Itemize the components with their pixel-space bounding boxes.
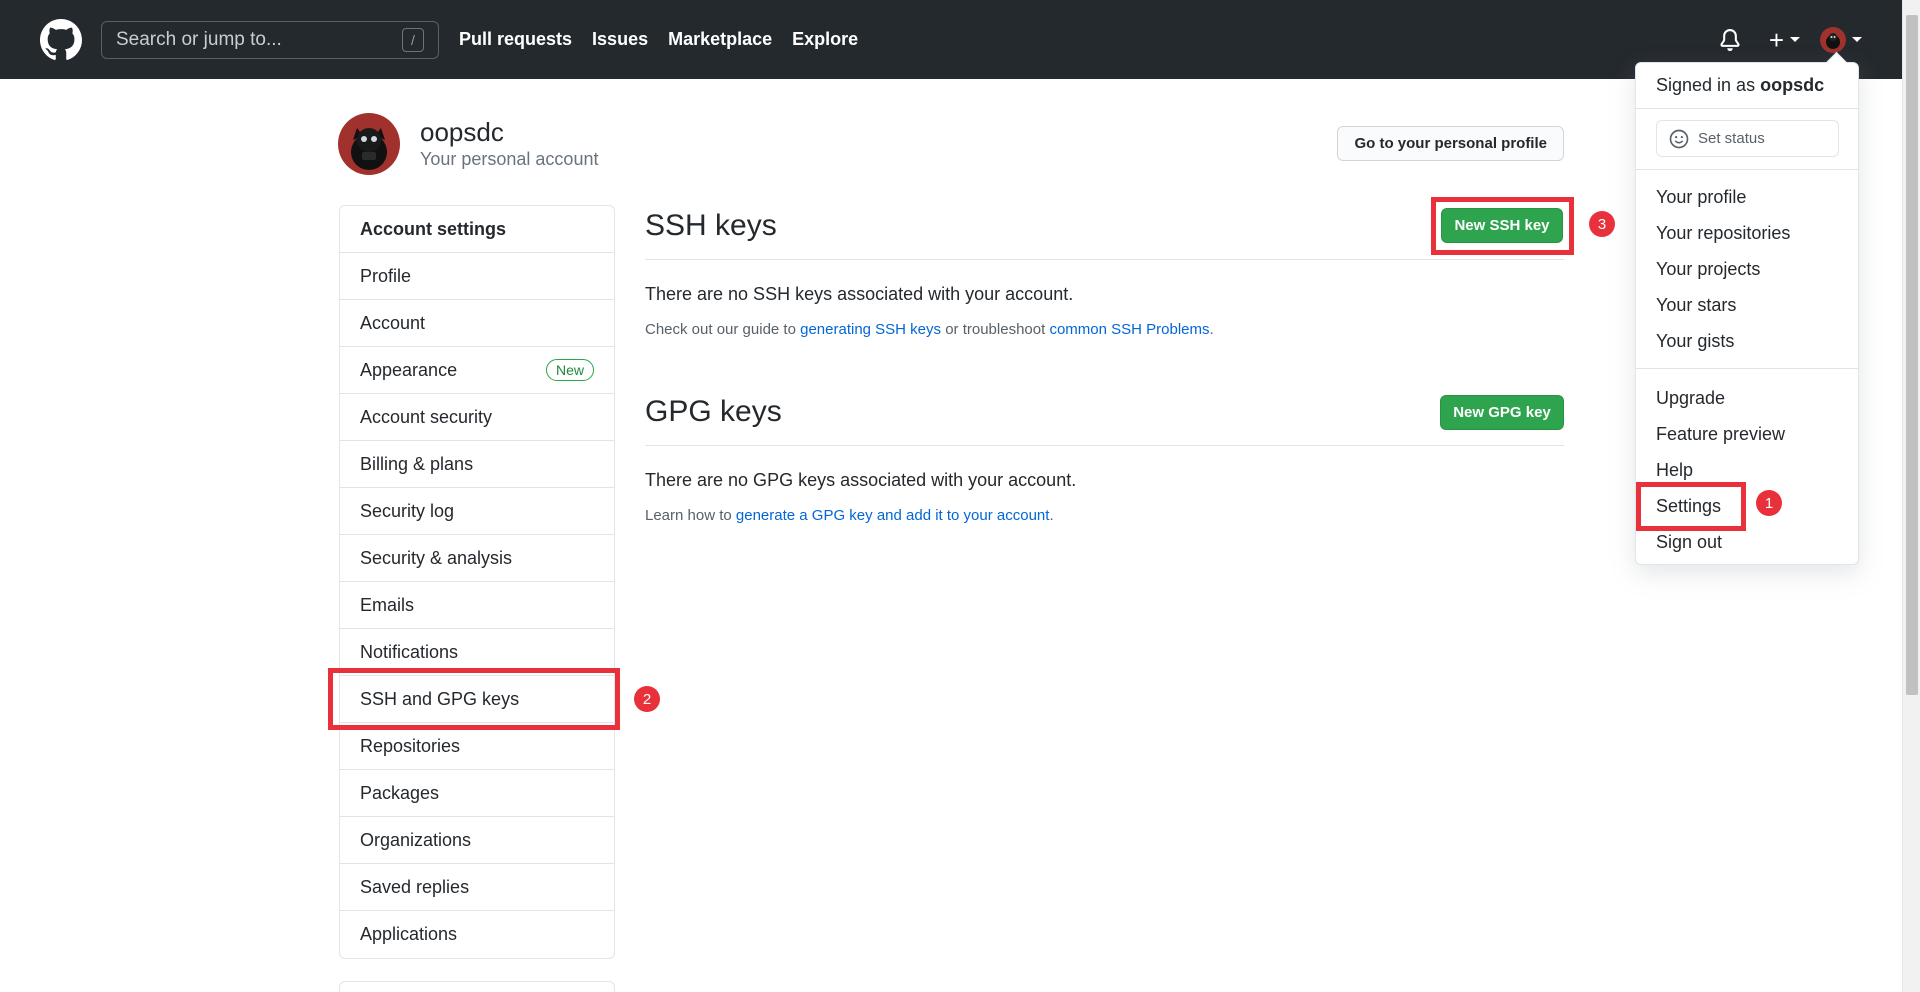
menu-item-sign-out[interactable]: Sign out <box>1656 532 1722 553</box>
dropdown-divider <box>1636 368 1858 369</box>
search-placeholder: Search or jump to... <box>116 28 282 50</box>
sidebar-item-security-analysis[interactable]: Security & analysis <box>340 535 614 582</box>
search-input[interactable]: Search or jump to... / <box>101 20 439 59</box>
gpg-note-suffix: . <box>1049 507 1054 524</box>
ssh-note-suffix: . <box>1209 321 1214 338</box>
menu-item-your-stars[interactable]: Your stars <box>1656 295 1736 316</box>
ssh-divider <box>645 259 1564 260</box>
menu-item-your-gists[interactable]: Your gists <box>1656 331 1734 352</box>
set-status-label: Set status <box>1698 130 1765 147</box>
sidebar-item-label: Repositories <box>360 735 461 756</box>
sidebar-item-label: Security & analysis <box>360 547 513 568</box>
sidebar-item-saved-replies[interactable]: Saved replies <box>340 864 614 911</box>
user-menu-button[interactable] <box>1820 26 1862 53</box>
sidebar-item-emails[interactable]: Emails <box>340 582 614 629</box>
sidebar-item-profile[interactable]: Profile <box>340 253 614 300</box>
sidebar-item-label: Account security <box>360 406 493 427</box>
sidebar-item-appearance[interactable]: Appearance New <box>340 347 614 394</box>
sidebar-title: Account settings <box>340 206 614 253</box>
page-scrollbar[interactable] <box>1902 0 1920 992</box>
sidebar-item-security-log[interactable]: Security log <box>340 488 614 535</box>
highlight-new-ssh-key <box>1431 197 1574 255</box>
new-badge: New <box>545 359 594 381</box>
set-status-button[interactable]: Set status <box>1656 120 1839 157</box>
gpg-empty-text: There are no GPG keys associated with yo… <box>645 470 1077 490</box>
menu-item-upgrade[interactable]: Upgrade <box>1656 388 1725 409</box>
nav-explore[interactable]: Explore <box>792 29 858 50</box>
sidebar-item-label: Emails <box>360 594 415 615</box>
ssh-keys-title: SSH keys <box>645 209 777 242</box>
sidebar-item-label: Organizations <box>360 829 472 850</box>
step-badge-3: 3 <box>1589 211 1615 237</box>
top-header: Search or jump to... / Pull requests Iss… <box>0 0 1920 79</box>
sidebar-item-label: Account <box>360 312 426 333</box>
go-to-profile-button[interactable]: Go to your personal profile <box>1337 126 1564 161</box>
signed-in-label: Signed in as oopsdc <box>1656 75 1824 96</box>
ssh-note-mid: or troubleshoot <box>941 321 1050 338</box>
nav-issues[interactable]: Issues <box>592 29 648 50</box>
gpg-divider <box>645 445 1564 446</box>
highlight-ssh-gpg-keys <box>328 668 620 730</box>
avatar <box>1820 26 1846 53</box>
scrollbar-thumb[interactable] <box>1906 15 1918 695</box>
sidebar-item-label: Saved replies <box>360 876 470 897</box>
step-badge-1: 1 <box>1756 490 1782 516</box>
sidebar-item-account-security[interactable]: Account security <box>340 394 614 441</box>
chevron-down-icon <box>1790 37 1800 42</box>
sidebar-item-packages[interactable]: Packages <box>340 770 614 817</box>
sidebar-item-applications[interactable]: Applications <box>340 911 614 958</box>
profile-username[interactable]: oopsdc <box>420 118 598 147</box>
profile-subtitle: Your personal account <box>420 148 599 169</box>
signed-in-username: oopsdc <box>1760 75 1825 95</box>
nav-pull-requests[interactable]: Pull requests <box>459 29 572 50</box>
generating-ssh-keys-link[interactable]: generating SSH keys <box>800 321 941 338</box>
avatar-icon <box>351 128 387 170</box>
gpg-keys-title: GPG keys <box>645 395 782 428</box>
top-nav: Pull requests Issues Marketplace Explore <box>459 29 878 50</box>
chevron-down-icon <box>1852 37 1862 42</box>
settings-sidebar: Account settings Profile Account Appeara… <box>339 205 615 959</box>
sidebar-secondary <box>339 981 615 992</box>
sidebar-item-label: Billing & plans <box>360 453 474 474</box>
avatar-icon <box>1826 32 1840 49</box>
menu-item-help[interactable]: Help <box>1656 460 1693 481</box>
dropdown-divider <box>1636 169 1858 170</box>
profile-text: oopsdc Your personal account <box>420 118 598 170</box>
create-new-dropdown[interactable]: + <box>1769 27 1800 53</box>
sidebar-item-label: Applications <box>360 924 458 944</box>
bell-icon[interactable] <box>1719 28 1741 52</box>
generate-gpg-key-link[interactable]: generate a GPG key and add it to your ac… <box>736 507 1050 524</box>
github-logo-icon[interactable] <box>40 18 82 61</box>
ssh-empty-text: There are no SSH keys associated with yo… <box>645 284 1074 304</box>
dropdown-divider <box>1636 108 1858 109</box>
nav-marketplace[interactable]: Marketplace <box>668 29 772 50</box>
gpg-note-prefix: Learn how to <box>645 507 736 524</box>
menu-item-your-profile[interactable]: Your profile <box>1656 187 1746 208</box>
avatar[interactable] <box>338 113 400 175</box>
ssh-help-note: Check out our guide to generating SSH ke… <box>645 321 1214 338</box>
gpg-help-note: Learn how to generate a GPG key and add … <box>645 507 1054 524</box>
sidebar-item-account[interactable]: Account <box>340 300 614 347</box>
menu-item-feature-preview[interactable]: Feature preview <box>1656 424 1785 445</box>
step-badge-2: 2 <box>634 686 660 712</box>
menu-item-your-projects[interactable]: Your projects <box>1656 259 1760 280</box>
sidebar-item-label: Appearance <box>360 359 458 380</box>
sidebar-item-billing[interactable]: Billing & plans <box>340 441 614 488</box>
new-gpg-key-button[interactable]: New GPG key <box>1440 395 1564 430</box>
sidebar-item-label: Packages <box>360 782 440 803</box>
sidebar-item-label: Notifications <box>360 641 459 662</box>
sidebar-item-repositories[interactable]: Repositories <box>340 723 614 770</box>
sidebar-item-organizations[interactable]: Organizations <box>340 817 614 864</box>
search-shortcut-key: / <box>402 27 424 52</box>
plus-icon: + <box>1768 24 1784 55</box>
sidebar-item-label: Security log <box>360 500 455 521</box>
sidebar-item-label: Profile <box>360 265 412 286</box>
profile-header: oopsdc Your personal account Go to your … <box>338 113 1564 175</box>
menu-item-your-repositories[interactable]: Your repositories <box>1656 223 1790 244</box>
highlight-settings <box>1636 482 1746 531</box>
common-ssh-problems-link[interactable]: common SSH Problems <box>1049 321 1209 338</box>
signed-in-prefix: Signed in as <box>1656 75 1761 95</box>
ssh-note-prefix: Check out our guide to <box>645 321 801 338</box>
smiley-icon <box>1669 129 1689 148</box>
